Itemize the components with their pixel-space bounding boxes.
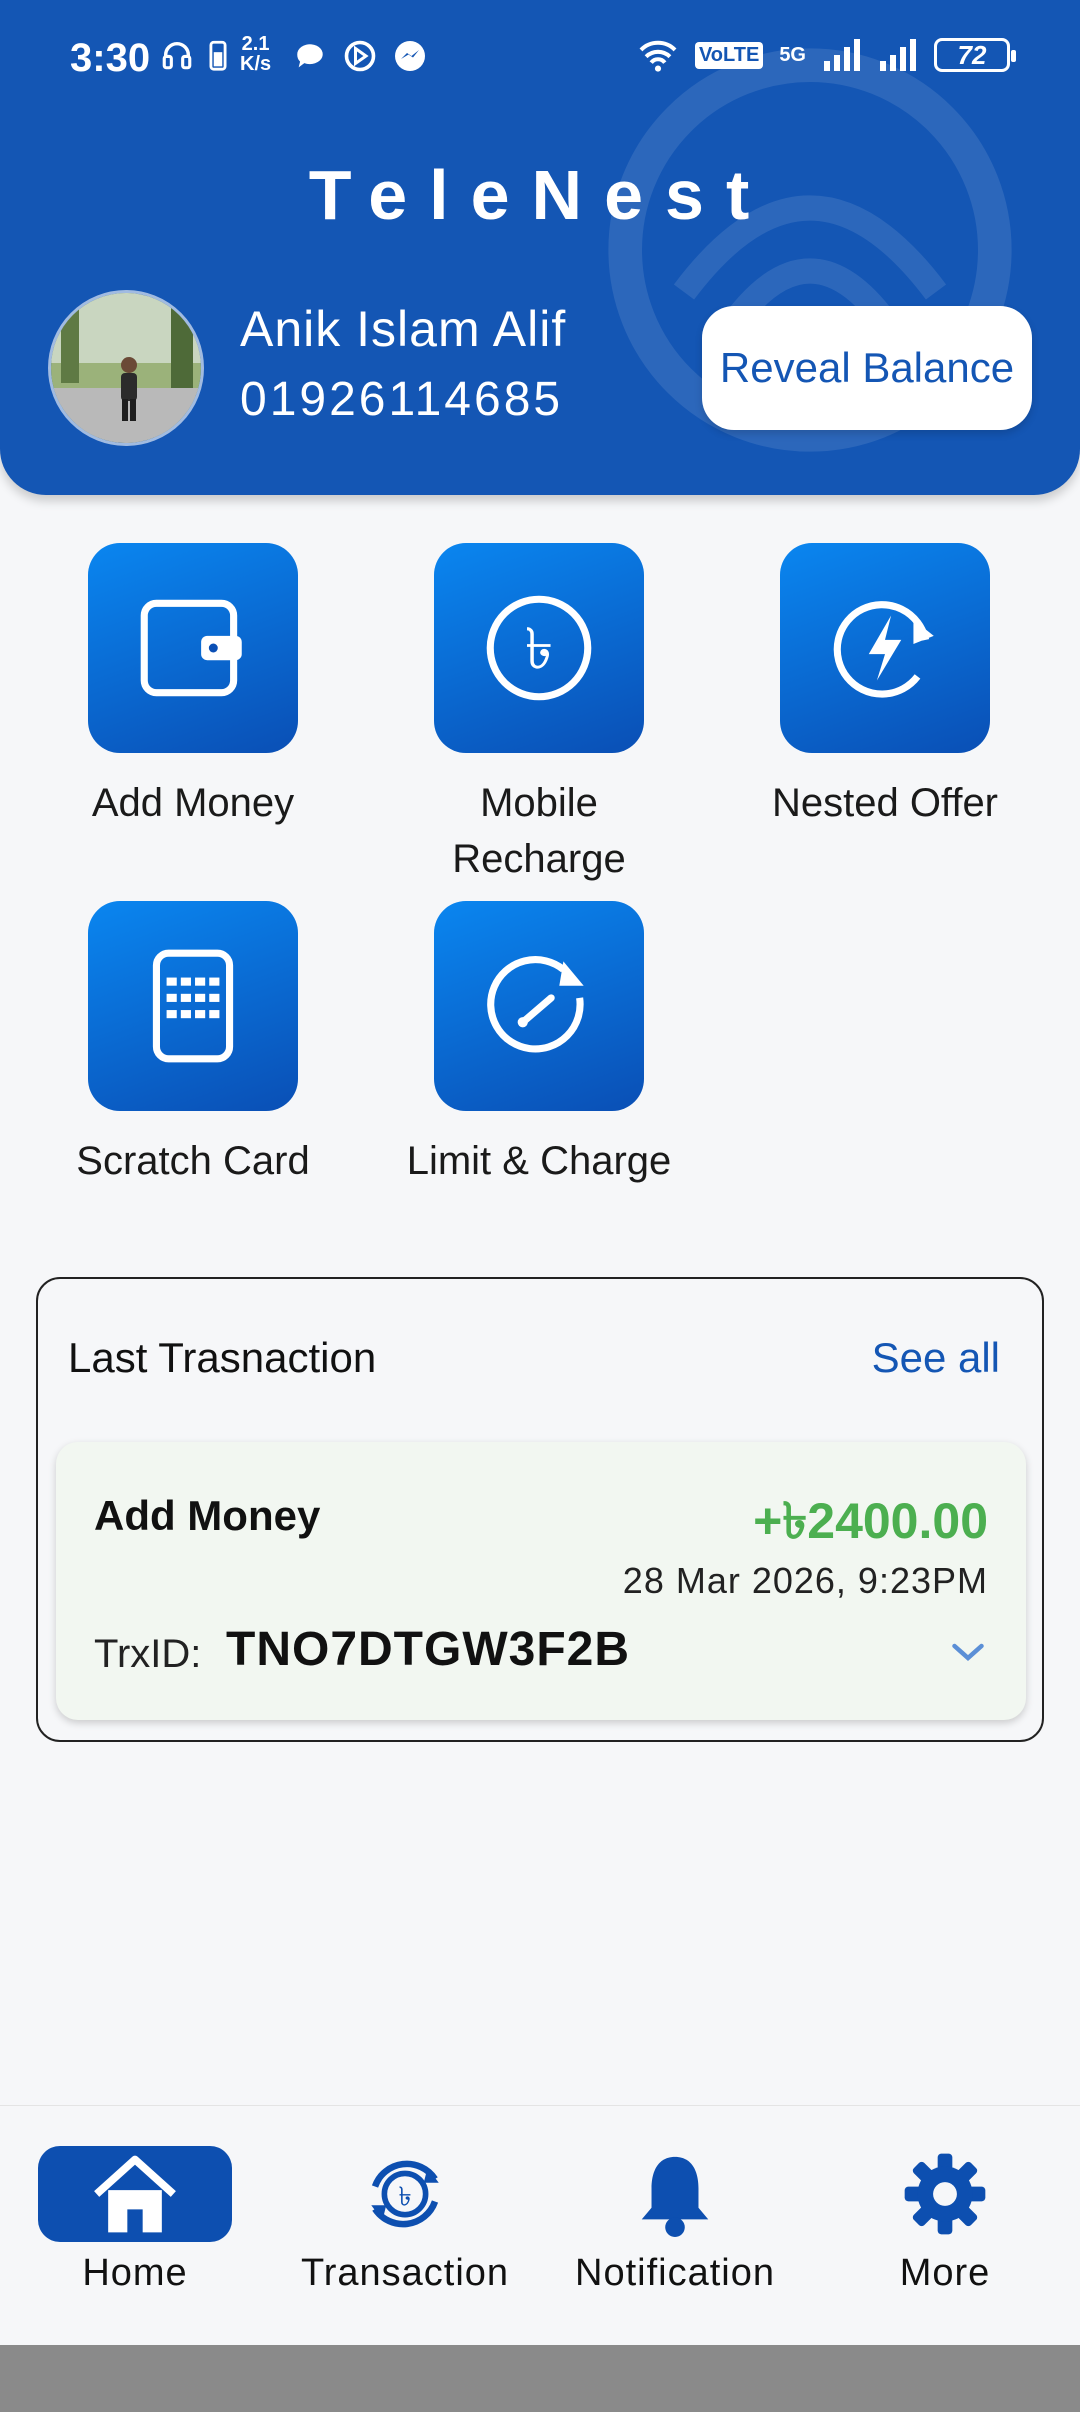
svg-text:৳: ৳: [525, 616, 553, 682]
action-label: Mobile Recharge: [452, 781, 626, 881]
nav-label: Notification: [575, 2252, 775, 2294]
action-label: Nested Offer: [771, 781, 999, 825]
signal-icon: [824, 39, 860, 71]
nav-label: More: [899, 2252, 991, 2294]
battery-indicator: 72: [934, 38, 1016, 72]
profile-photo: [51, 293, 201, 443]
transaction-amount: +৳2400.00: [753, 1493, 988, 1549]
app-circle-icon: [344, 40, 376, 72]
nav-item-home[interactable]: Home: [15, 2146, 255, 2295]
user-name: Anik Islam Alif: [240, 301, 567, 357]
net-speed-value: 2.1: [241, 33, 270, 55]
nav-icon-wrap[interactable]: ৳: [308, 2146, 502, 2242]
action-limit-charge[interactable]: Limit & Charge: [389, 901, 689, 1189]
action-tile[interactable]: [88, 901, 298, 1111]
phone-battery-icon: [209, 40, 227, 71]
wifi-icon: [639, 40, 677, 72]
home-icon: [94, 2155, 176, 2233]
net-speed: 2.1 K/s: [240, 34, 271, 74]
chevron-down-icon[interactable]: [950, 1640, 986, 1664]
chat-bubble-icon: [297, 44, 323, 68]
system-gesture-bar: [0, 2345, 1080, 2412]
nav-item-notification[interactable]: Notification: [555, 2146, 795, 2295]
last-transaction-title: Last Trasnaction: [68, 1334, 377, 1381]
trx-id-value: TNO7DTGW3F2B: [226, 1623, 631, 1676]
app-header: 3:30 2.1 K/s VoLTE 5G 72 TeleNest Anik I…: [0, 0, 1080, 495]
transaction-icon: ৳: [371, 2160, 439, 2228]
app-title: TeleNest: [308, 156, 772, 234]
bell-icon: [641, 2156, 709, 2238]
svg-text:৳: ৳: [398, 2182, 411, 2212]
transaction-date: 28 Mar 2026, 9:23PM: [622, 1560, 988, 1601]
status-right-icons: VoLTE 5G 72: [637, 38, 1016, 72]
status-left-icons: [160, 38, 228, 72]
action-tile[interactable]: ৳: [434, 543, 644, 753]
action-label: Scratch Card: [76, 1139, 310, 1183]
action-scratch-card[interactable]: Scratch Card: [43, 901, 343, 1189]
trx-id-label: TrxID:: [94, 1632, 202, 1676]
action-add-money[interactable]: Add Money: [43, 543, 343, 831]
nav-item-more[interactable]: More: [825, 2146, 1065, 2295]
taka-circle-icon: ৳: [486, 595, 592, 701]
action-tile[interactable]: [780, 543, 990, 753]
action-tile[interactable]: [434, 901, 644, 1111]
nav-icon-wrap[interactable]: [848, 2146, 1042, 2242]
action-label: Limit & Charge: [406, 1139, 672, 1183]
reveal-balance-button[interactable]: Reveal Balance: [702, 306, 1032, 430]
action-tile[interactable]: [88, 543, 298, 753]
nav-label: Home: [82, 2252, 188, 2294]
network-5g-label: 5G: [779, 43, 806, 66]
action-label: Add Money: [91, 781, 295, 825]
bottom-navigation: Home ৳ Transaction Notification More: [0, 2105, 1080, 2345]
nav-item-transaction[interactable]: ৳ Transaction: [285, 2146, 525, 2295]
status-time: 3:30: [70, 36, 151, 80]
net-speed-unit: K/s: [240, 53, 272, 75]
status-bar: 3:30 2.1 K/s VoLTE 5G 72: [0, 0, 1080, 120]
lightning-refresh-icon: [833, 601, 934, 698]
see-all-link[interactable]: See all: [872, 1334, 1000, 1382]
signal-2-icon: [880, 39, 916, 71]
nav-icon-wrap[interactable]: [578, 2146, 772, 2242]
transaction-item[interactable]: Add Money +৳2400.00 28 Mar 2026, 9:23PM …: [56, 1442, 1026, 1720]
status-app-icons: [292, 38, 428, 74]
avatar[interactable]: [48, 290, 204, 446]
action-mobile-recharge[interactable]: ৳ Mobile Recharge: [389, 543, 689, 887]
transaction-type: Add Money: [94, 1492, 321, 1539]
gear-icon: [904, 2153, 986, 2235]
nav-label: Transaction: [300, 2252, 510, 2294]
action-nested-offer[interactable]: Nested Offer: [735, 543, 1035, 831]
user-phone: 01926114685: [240, 373, 564, 426]
nav-active-indicator[interactable]: [38, 2146, 232, 2242]
messenger-icon: [395, 41, 425, 71]
last-transaction-card: Last Trasnaction See all Add Money +৳240…: [36, 1277, 1044, 1742]
volte-badge: VoLTE: [694, 41, 764, 69]
gauge-icon: [487, 956, 584, 1053]
wallet-icon: [140, 599, 242, 697]
headphones-icon: [162, 42, 192, 70]
scratch-card-icon: [152, 949, 234, 1063]
